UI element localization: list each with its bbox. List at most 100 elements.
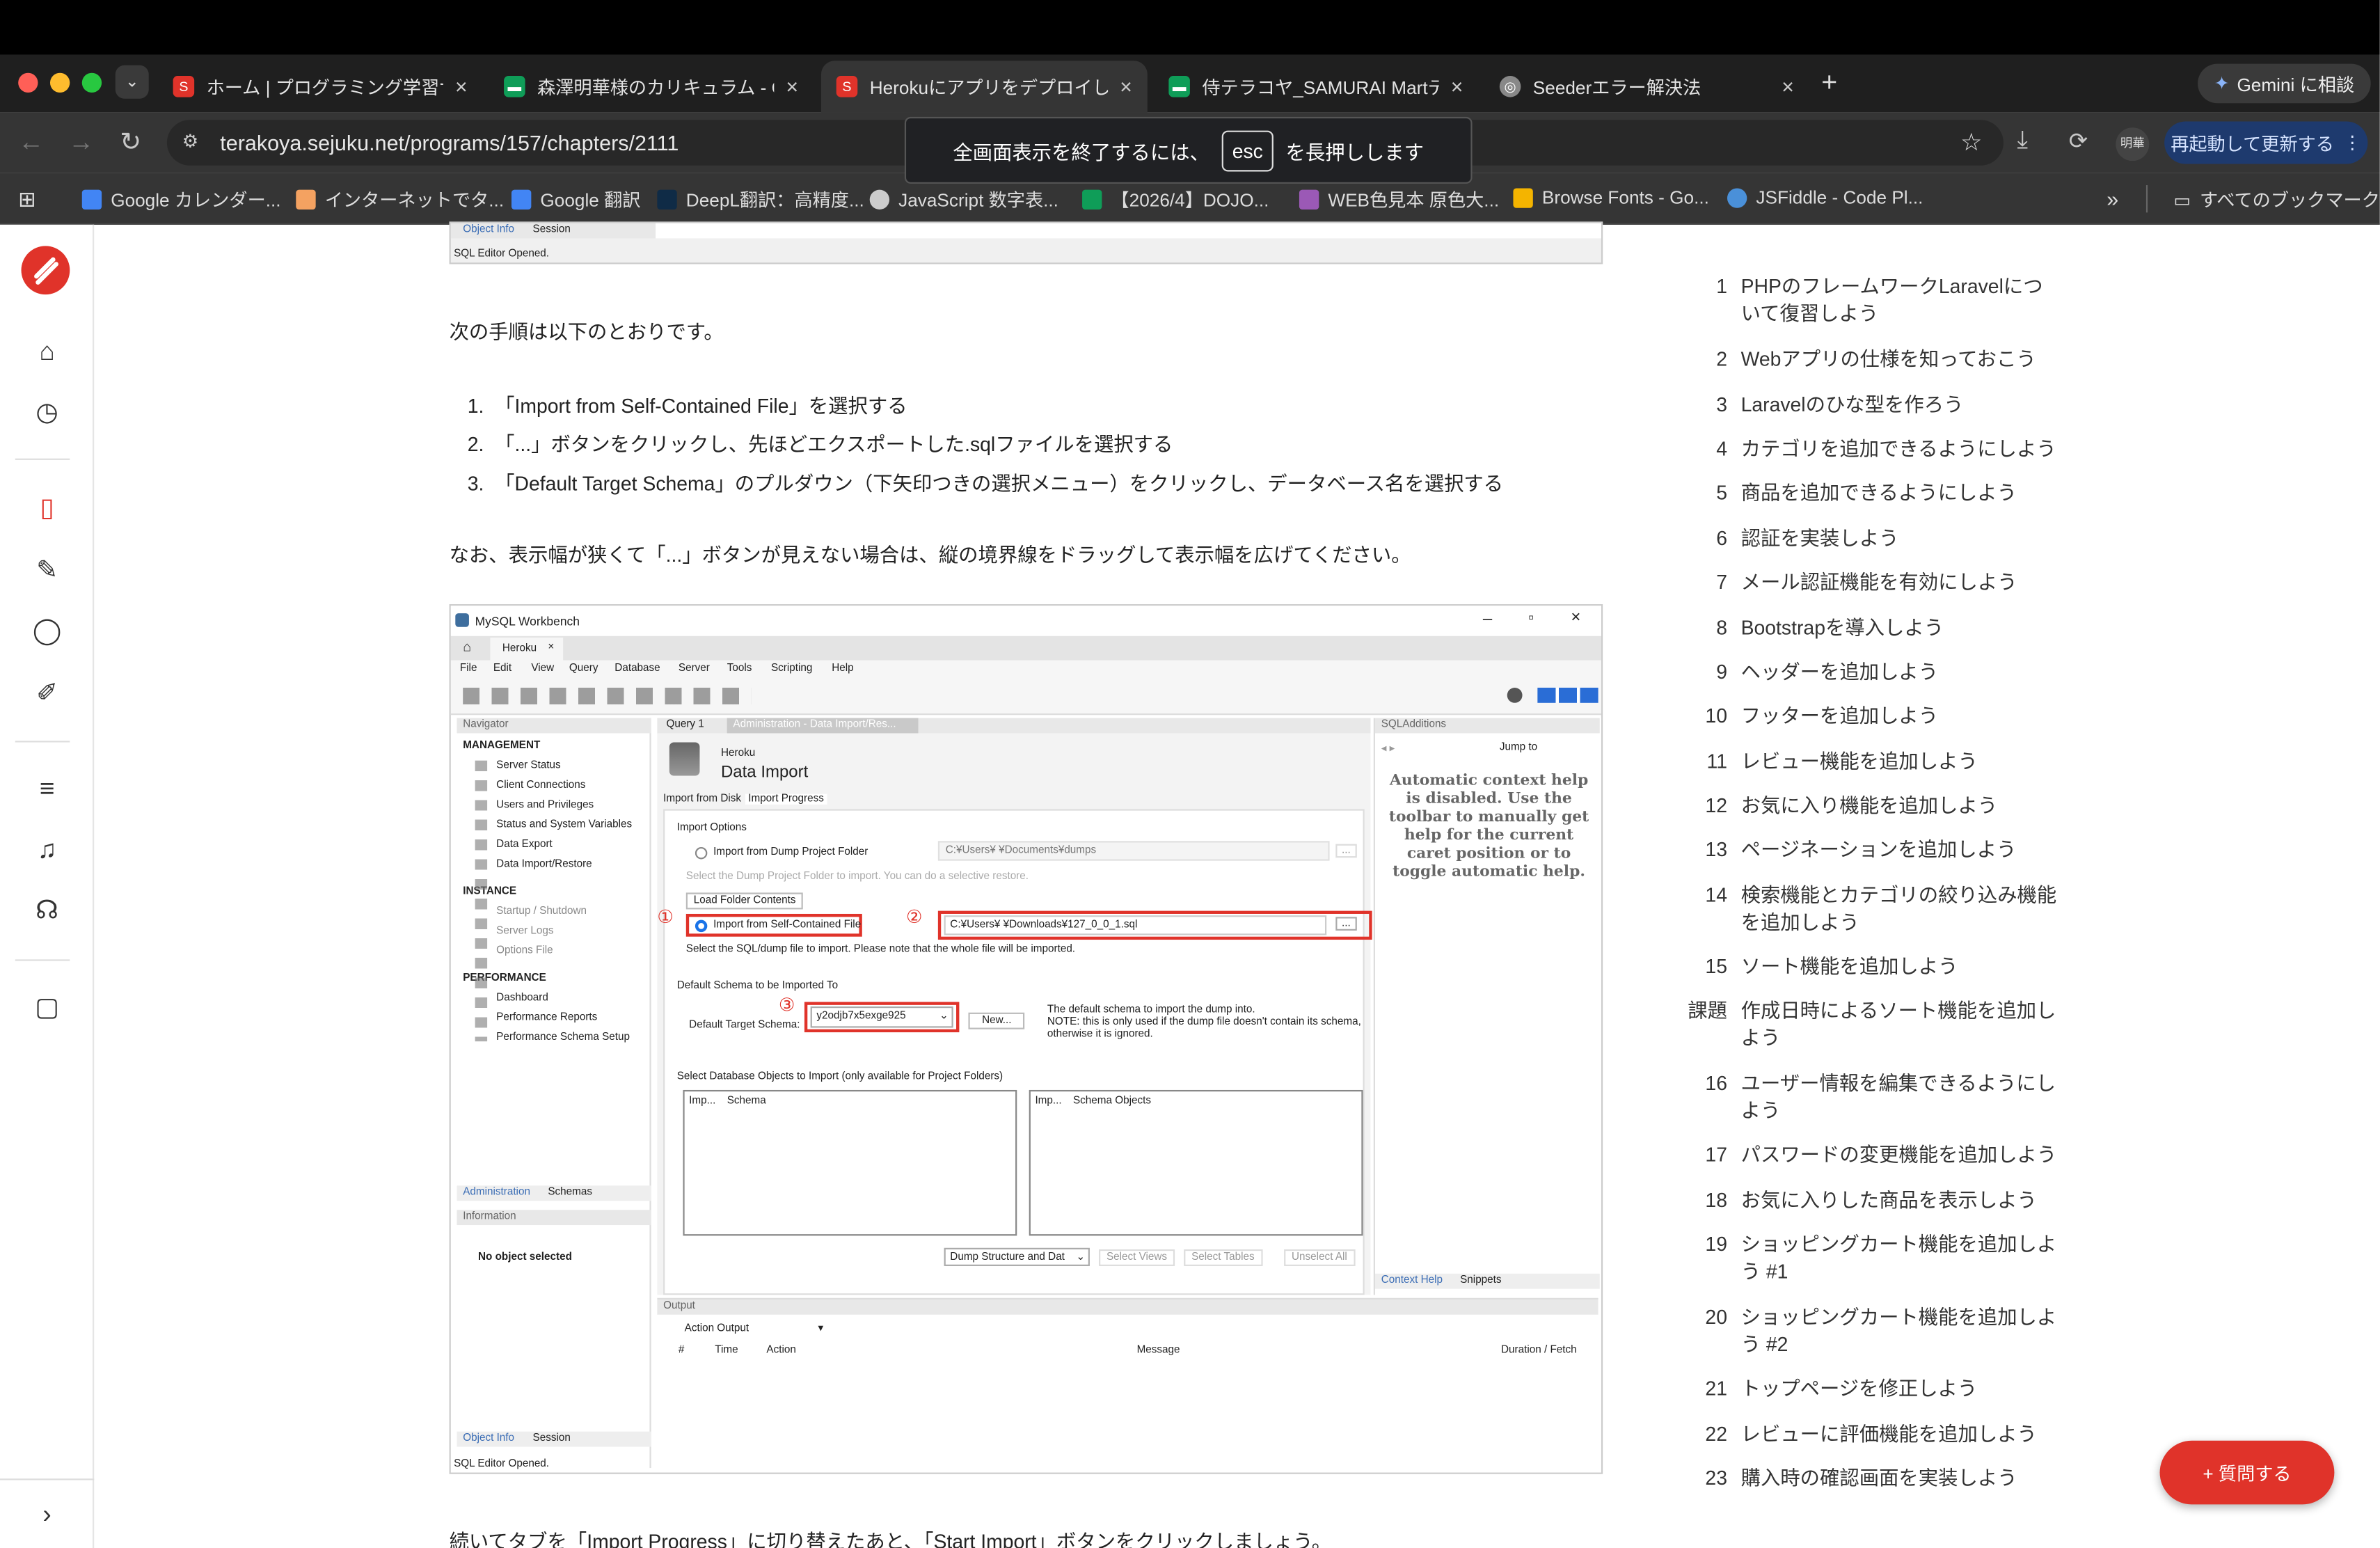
wb-folder-browse-button: ... [1335, 844, 1357, 858]
new-tab-button[interactable]: + [1821, 67, 1837, 99]
bookmark-item[interactable]: JavaScript 数字表... [869, 187, 1058, 212]
bookmark-item[interactable]: 【2026/4】DOJO... [1082, 187, 1269, 212]
wb-dump-chevron-icon: ⌄ [1076, 1252, 1086, 1263]
esc-key-badge: esc [1221, 129, 1274, 171]
site-info-icon[interactable]: ⚙ [182, 131, 198, 152]
gemini-button[interactable]: ✦ Gemini に相談 [2198, 63, 2371, 104]
history-clock-icon[interactable]: ◷ [31, 397, 64, 428]
step-text: 「...」ボタンをクリックし、先ほどエクスポートした.sqlファイルを選択する [495, 432, 1173, 456]
pencil-icon[interactable]: ✐ [31, 679, 64, 709]
question-icon[interactable]: ◯ [31, 616, 64, 647]
sidebar-divider [15, 458, 70, 460]
ask-question-button[interactable]: + 質問する [2159, 1440, 2335, 1505]
step-text: 「Import from Self-Contained File」を選択する [495, 395, 907, 418]
list-chart-icon[interactable]: ≡ [31, 774, 64, 805]
wb-minimize-icon: – [1482, 610, 1493, 629]
close-window-button[interactable] [18, 72, 38, 93]
update-button[interactable]: 再起動して更新する ⋮ [2164, 121, 2368, 164]
wb-connection-bar: ⌂ Heroku × [450, 635, 1601, 661]
fullscreen-exit-toast: 全画面表示を終了するには、 esc を長押しします [904, 116, 1473, 184]
profile-avatar[interactable]: 明華 [2116, 127, 2150, 161]
wb-maximize-icon: ▫ [1528, 610, 1534, 627]
tab-favicon-icon: ▬ [504, 76, 525, 97]
tab-title: 侍テラコヤ_SAMURAI Martテス [1202, 77, 1439, 98]
apps-grid-icon[interactable]: ⊞ [18, 187, 36, 212]
back-arrow-icon[interactable]: ← [18, 127, 44, 158]
wb-di-title: Data Import [720, 764, 809, 782]
close-tab-icon[interactable]: × [1451, 74, 1463, 99]
forward-arrow-icon[interactable]: → [68, 127, 94, 158]
wb-menu-item: Database [614, 663, 660, 674]
all-bookmarks-button[interactable]: ▭ すべてのブックマーク [2173, 187, 2380, 212]
chat-bubble-icon[interactable]: ▢ [31, 993, 64, 1023]
bookmarks-divider [2145, 185, 2148, 213]
more-bookmarks-icon[interactable]: » [2107, 187, 2118, 211]
crop-tab-object-info: Object Info [463, 224, 515, 236]
wb-file-path-text: C:¥Users¥ ¥Downloads¥127_0_0_1.sql [950, 919, 1138, 931]
toc-label: ヘッダーを追加しよう [1740, 660, 1939, 684]
headset-icon[interactable]: ♫ [31, 835, 64, 866]
wb-nav-item: Options File [496, 945, 553, 957]
bookmark-favicon-icon [869, 189, 890, 210]
browser-tab[interactable]: S ホーム | プログラミング学習サイ × [158, 61, 483, 112]
tab-search-chevron-icon[interactable]: ⌄ [115, 65, 149, 99]
bookmark-star-icon[interactable]: ☆ [1960, 127, 1982, 158]
book-icon[interactable]: ▯ [31, 493, 64, 524]
samurai-logo-icon[interactable] [21, 246, 70, 295]
wb-bottom-tab: Object Info [463, 1432, 515, 1444]
toc-num: 20 [1705, 1305, 1727, 1329]
wb-sql-additions-title: SQLAdditions [1381, 719, 1447, 731]
wb-home-icon: ⌂ [463, 639, 472, 655]
wb-bottom-tab: Session [532, 1432, 571, 1444]
wb-sql-additions-panel: SQLAdditions ◂ ▸ Jump to Automatic conte… [1373, 718, 1600, 1295]
browser-tab[interactable]: ◎ Seederエラー解決法 × [1484, 61, 1809, 112]
wb-data-import-panel: Query 1 Administration - Data Import/Res… [657, 718, 1372, 1295]
close-tab-icon[interactable]: × [786, 74, 798, 99]
wb-file-path-field: C:¥Users¥ ¥Downloads¥127_0_0_1.sql [944, 915, 1327, 935]
crop-panel [656, 223, 1601, 239]
close-tab-icon[interactable]: × [1120, 74, 1132, 99]
toc-num: 10 [1705, 704, 1727, 727]
bookmark-item[interactable]: WEB色見本 原色大... [1299, 187, 1499, 212]
close-tab-icon[interactable]: × [1782, 74, 1794, 99]
minimize-window-button[interactable] [49, 72, 70, 93]
bookmark-item[interactable]: Browse Fonts - Go... [1513, 187, 1709, 208]
wb-schema-select: y2odjb7x5exge925 ⌄ [810, 1006, 953, 1028]
wb-nav-item: Startup / Shutdown [496, 906, 587, 917]
browser-tab[interactable]: ▬ 森澤明華様のカリキュラム - Go × [489, 61, 814, 112]
wb-action-output-select: Action Output [684, 1323, 749, 1335]
sync-icon[interactable]: ⟳ [2069, 127, 2088, 155]
zoom-window-button[interactable] [81, 72, 102, 93]
wb-navigator-panel: Navigator MANAGEMENT Server Status Clien… [457, 718, 651, 1469]
browser-tab[interactable]: ▬ 侍テラコヤ_SAMURAI Martテス × [1154, 61, 1479, 112]
toc-num: 1 [1716, 274, 1727, 298]
wb-select-tables-button: Select Tables [1184, 1249, 1262, 1266]
wb-folder-path-field: C:¥Users¥ ¥Documents¥dumps [937, 841, 1330, 861]
bookmark-item[interactable]: インターネットでタ... [296, 187, 504, 212]
toc-num: 23 [1705, 1466, 1727, 1490]
expand-chevron-icon[interactable]: › [31, 1500, 64, 1531]
browser-tab-active[interactable]: S Herokuにアプリをデプロイしよ × [820, 61, 1148, 113]
close-tab-icon[interactable]: × [455, 74, 468, 99]
all-bookmarks-label: すべてのブックマーク [2200, 189, 2380, 212]
toc-num: 15 [1705, 954, 1727, 978]
bookmark-item[interactable]: DeepL翻訳：高精度... [657, 187, 864, 212]
url-text[interactable]: terakoya.sejuku.net/programs/157/chapter… [220, 131, 679, 155]
reload-icon[interactable]: ↻ [120, 127, 141, 158]
bookmark-item[interactable]: Google カレンダー... [81, 187, 281, 212]
toc-label: ショッピングカート機能を追加しよう #2 [1740, 1305, 2057, 1356]
bookmark-label: インターネットでタ... [324, 189, 505, 212]
bookmark-item[interactable]: JSFiddle - Code Pl... [1727, 187, 1923, 208]
support-icon[interactable]: ☊ [31, 896, 64, 926]
bookmark-item[interactable]: Google 翻訳 [511, 187, 640, 212]
wb-folder-hint: Select the Dump Project Folder to import… [685, 871, 1029, 883]
edit-document-icon[interactable]: ✎ [31, 555, 64, 586]
toc-label: お気に入りした商品を表示しよう [1740, 1188, 2037, 1212]
wb-out-col: Message [1136, 1345, 1180, 1356]
wb-admin-tab: Administration - Data Import/Res... [727, 718, 919, 734]
wb-schema-chevron-icon: ⌄ [939, 1011, 949, 1022]
home-icon[interactable]: ⌂ [31, 337, 64, 368]
bookmark-favicon-icon [1082, 189, 1102, 210]
wb-select-objects-heading: Select Database Objects to Import (only … [676, 1071, 1003, 1083]
download-icon[interactable]: ⤓ [2017, 127, 2028, 155]
